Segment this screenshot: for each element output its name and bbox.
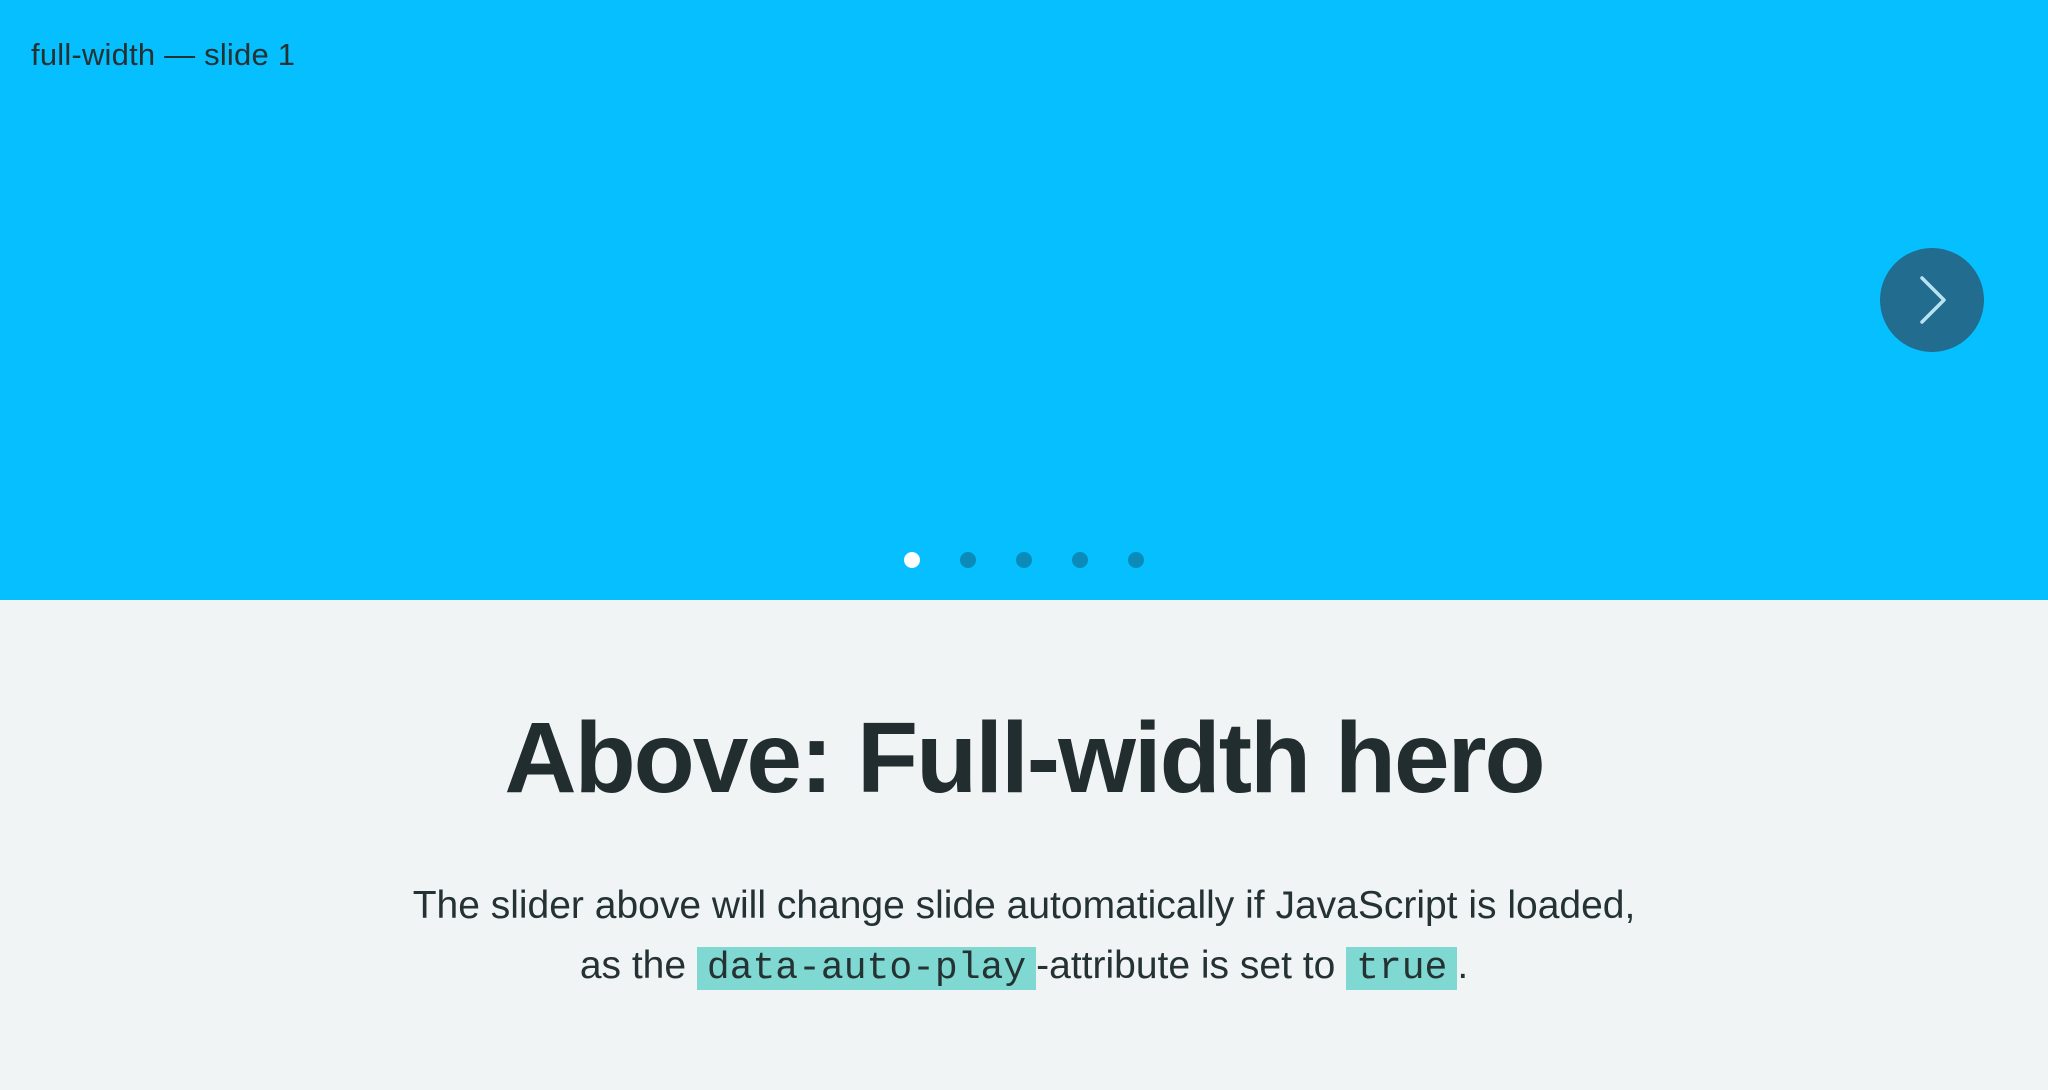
hero-slider: full-width — slide 1 [0,0,2048,600]
pagination-dot-3[interactable] [1016,552,1032,568]
content-section: Above: Full-width hero The slider above … [0,600,2048,1090]
page-title: Above: Full-width hero [504,702,1545,814]
description-suffix: . [1457,944,1469,987]
code-data-auto-play: data-auto-play [696,947,1037,990]
description-text: The slider above will change slide autom… [374,876,1674,999]
slide-label: full-width — slide 1 [31,37,296,72]
pagination-dot-5[interactable] [1128,552,1144,568]
code-true: true [1346,947,1458,990]
description-middle: -attribute is set to [1036,944,1347,987]
next-slide-button[interactable] [1880,248,1984,352]
pagination-dot-1[interactable] [904,552,920,568]
chevron-right-icon [1920,276,1946,324]
description-prefix: as the [579,944,697,987]
pagination-dot-4[interactable] [1072,552,1088,568]
pagination-dot-2[interactable] [960,552,976,568]
slider-pagination [0,552,2048,568]
description-line-1: The slider above will change slide autom… [412,884,1636,927]
